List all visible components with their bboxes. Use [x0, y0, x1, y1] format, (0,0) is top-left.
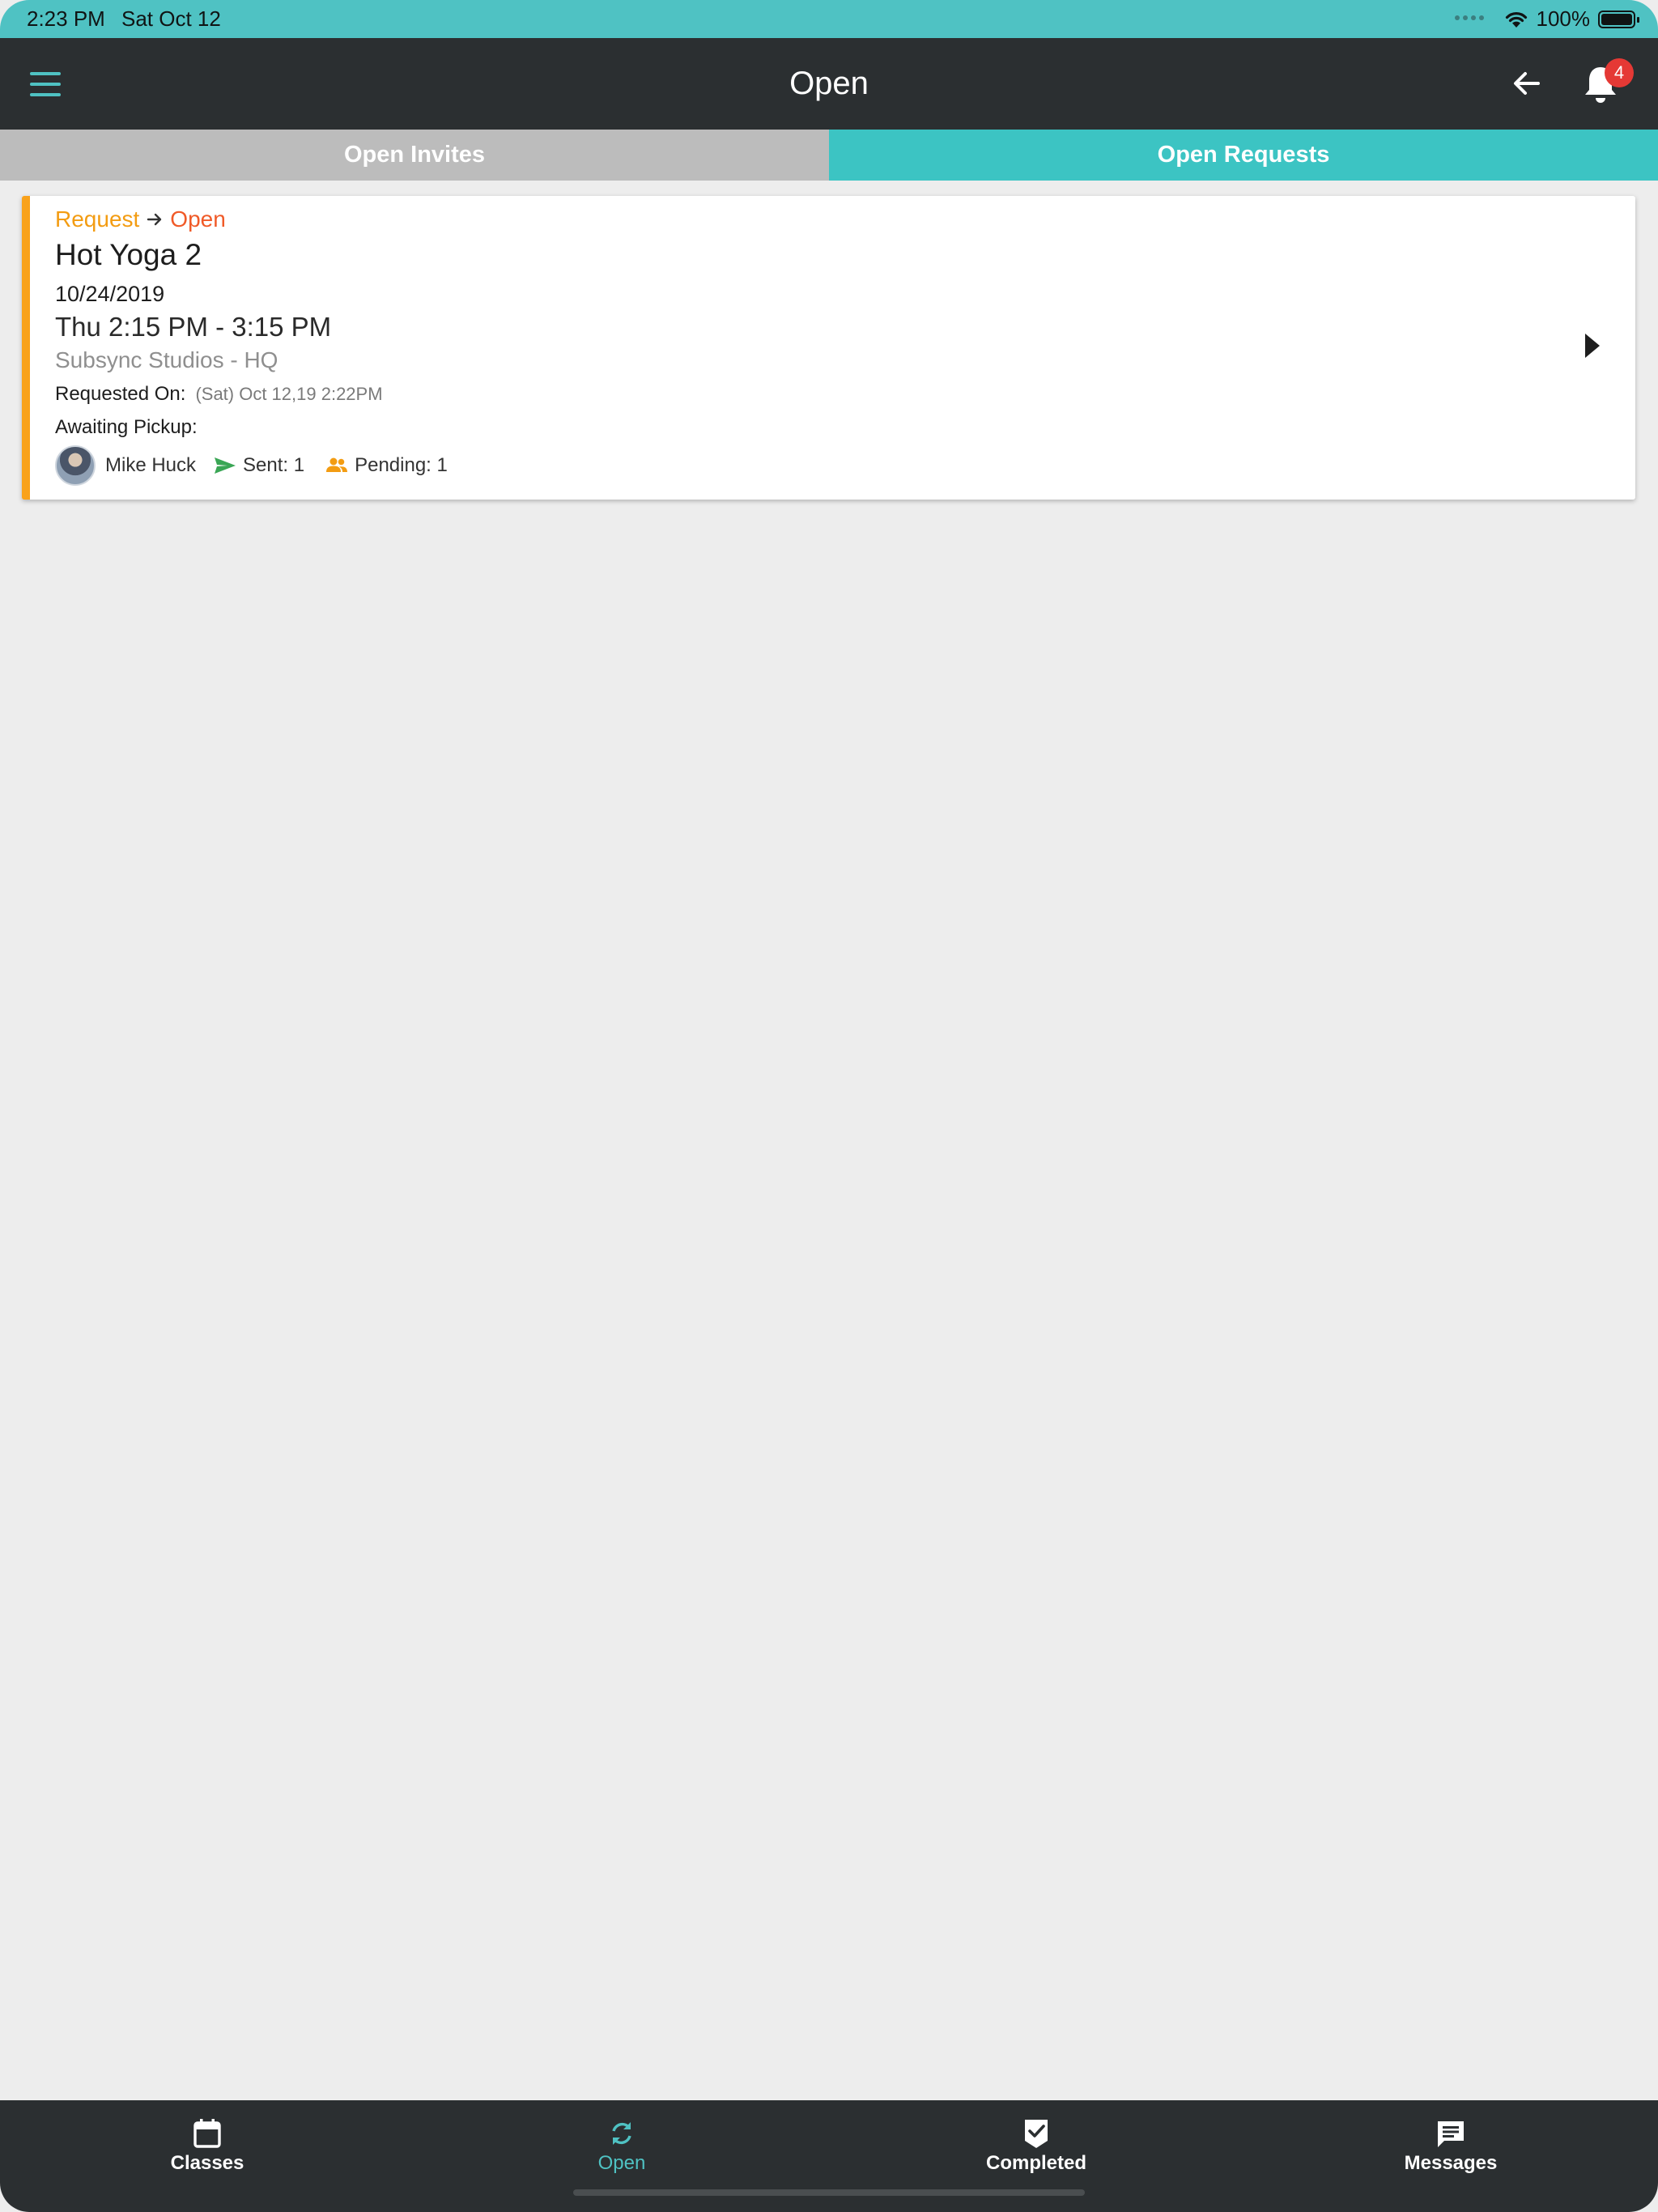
- battery-percent: 100%: [1536, 6, 1591, 31]
- check-badge-icon: [1025, 2120, 1048, 2148]
- awaiting-pickup-label: Awaiting Pickup:: [55, 416, 198, 438]
- tab-open-requests[interactable]: Open Requests: [829, 130, 1658, 181]
- people-icon: [326, 457, 348, 472]
- battery-icon: [1598, 10, 1639, 28]
- refresh-icon: [612, 2122, 631, 2145]
- nav-label: Completed: [985, 2152, 1086, 2174]
- app-header: Open 4: [0, 38, 1658, 130]
- message-icon: [1438, 2121, 1464, 2147]
- status-to: Open: [170, 206, 226, 232]
- avatar: [55, 445, 96, 486]
- status-from: Request: [55, 206, 140, 232]
- app-screen: 2:23 PM Sat Oct 12 100% Open 4 Open Invi…: [0, 0, 1658, 2212]
- home-indicator: [573, 2189, 1085, 2196]
- class-date: 10/24/2019: [55, 282, 165, 306]
- notification-badge: 4: [1605, 58, 1634, 87]
- class-location: Subsync Studios - HQ: [55, 347, 278, 372]
- arrow-right-icon: [147, 213, 162, 226]
- nav-label: Open: [597, 2152, 646, 2174]
- pickup-row: Mike Huck Sent: 1 Pending: 1: [55, 445, 448, 487]
- class-time: Thu 2:15 PM - 3:15 PM: [55, 312, 332, 342]
- calendar-icon: [193, 2119, 221, 2148]
- status-bar: 2:23 PM Sat Oct 12 100%: [0, 0, 1658, 38]
- status-date: Sat Oct 12: [121, 6, 221, 31]
- person-name: Mike Huck: [105, 454, 197, 476]
- tab-open-invites[interactable]: Open Invites: [0, 130, 829, 181]
- chevron-right-icon[interactable]: [1582, 332, 1603, 359]
- requested-on: Requested On: (Sat) Oct 12,19 2:22PM: [55, 383, 383, 406]
- cellular-dots-icon: [1455, 15, 1484, 20]
- back-arrow-icon[interactable]: [1511, 67, 1543, 100]
- pending-count: Pending: 1: [355, 454, 448, 476]
- sent-count: Sent: 1: [243, 454, 305, 476]
- page-title: Open: [789, 66, 869, 101]
- nav-label: Classes: [170, 2152, 244, 2174]
- class-title: Hot Yoga 2: [55, 238, 202, 271]
- wifi-icon: [1505, 11, 1527, 28]
- requested-on-value: (Sat) Oct 12,19 2:22PM: [195, 384, 383, 404]
- request-card[interactable]: Request Open Hot Yoga 2 10/24/2019 Thu 2…: [22, 196, 1635, 500]
- nav-messages[interactable]: Messages: [1244, 2100, 1658, 2212]
- nav-classes[interactable]: Classes: [0, 2100, 414, 2212]
- send-icon: [215, 457, 236, 474]
- nav-label: Messages: [1404, 2152, 1498, 2174]
- tab-bar: Open Invites Open Requests: [0, 130, 1658, 181]
- requested-on-label: Requested On:: [55, 383, 186, 405]
- request-status: Request Open: [55, 206, 226, 232]
- status-time: 2:23 PM: [27, 6, 105, 31]
